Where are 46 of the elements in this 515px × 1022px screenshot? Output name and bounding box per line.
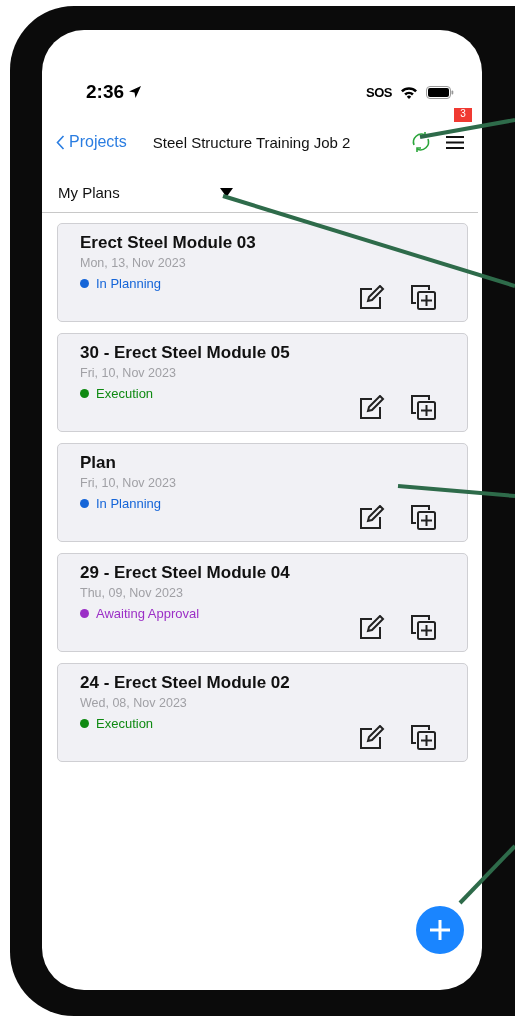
plan-card[interactable]: 29 - Erect Steel Module 04 Thu, 09, Nov 2023 Awaiting Approval <box>57 553 468 652</box>
location-arrow-icon <box>128 85 143 99</box>
status-label: Execution <box>96 386 154 401</box>
menu-icon[interactable] <box>446 134 464 150</box>
plan-date: Thu, 09, Nov 2023 <box>80 586 183 600</box>
duplicate-icon[interactable] <box>411 725 437 750</box>
sync-icon[interactable] <box>410 131 432 153</box>
plan-date: Wed, 08, Nov 2023 <box>80 696 187 710</box>
back-link[interactable]: Projects <box>56 133 127 151</box>
edit-icon[interactable] <box>359 395 385 420</box>
plan-card[interactable]: 30 - Erect Steel Module 05 Fri, 10, Nov 2023 Execution <box>57 333 468 432</box>
plan-date: Mon, 13, Nov 2023 <box>80 256 186 270</box>
plan-title: 30 - Erect Steel Module 05 <box>80 343 290 363</box>
plan-card[interactable]: Erect Steel Module 03 Mon, 13, Nov 2023 In Planning <box>57 223 468 322</box>
edit-icon[interactable] <box>359 505 385 530</box>
edit-icon[interactable] <box>359 615 385 640</box>
plan-title: Plan <box>80 453 116 473</box>
duplicate-icon[interactable] <box>411 505 437 530</box>
plan-date: Fri, 10, Nov 2023 <box>80 476 176 490</box>
duplicate-icon[interactable] <box>411 395 437 420</box>
plan-title: 24 - Erect Steel Module 02 <box>80 673 290 693</box>
plan-card[interactable]: 24 - Erect Steel Module 02 Wed, 08, Nov 2023 Execution <box>57 663 468 762</box>
status-label: Execution <box>96 716 154 731</box>
leader-line <box>458 844 515 905</box>
status-label: In Planning <box>96 496 162 511</box>
dropdown-caret-icon <box>220 187 233 197</box>
status-label: In Planning <box>96 276 162 291</box>
plan-date: Fri, 10, Nov 2023 <box>80 366 176 380</box>
back-chevron-icon <box>56 134 65 150</box>
edit-icon[interactable] <box>359 285 385 310</box>
plans-dropdown[interactable]: My Plans <box>42 172 233 212</box>
carrier-label: SOS <box>366 84 392 100</box>
page-title: Steel Structure Training Job 2 <box>152 133 351 151</box>
duplicate-icon[interactable] <box>411 615 437 640</box>
status-label: Awaiting Approval <box>96 606 200 621</box>
plan-card[interactable]: Plan Fri, 10, Nov 2023 In Planning <box>57 443 468 542</box>
plus-icon <box>430 920 450 940</box>
battery-icon <box>426 85 454 99</box>
duplicate-icon[interactable] <box>411 285 437 310</box>
edit-icon[interactable] <box>359 725 385 750</box>
wifi-icon <box>400 85 418 99</box>
plan-title: 29 - Erect Steel Module 04 <box>80 563 290 583</box>
clock-time: 2:36 <box>86 81 125 103</box>
plan-title: Erect Steel Module 03 <box>80 233 256 253</box>
add-button[interactable] <box>416 906 464 954</box>
notification-badge: 3 <box>454 108 472 122</box>
